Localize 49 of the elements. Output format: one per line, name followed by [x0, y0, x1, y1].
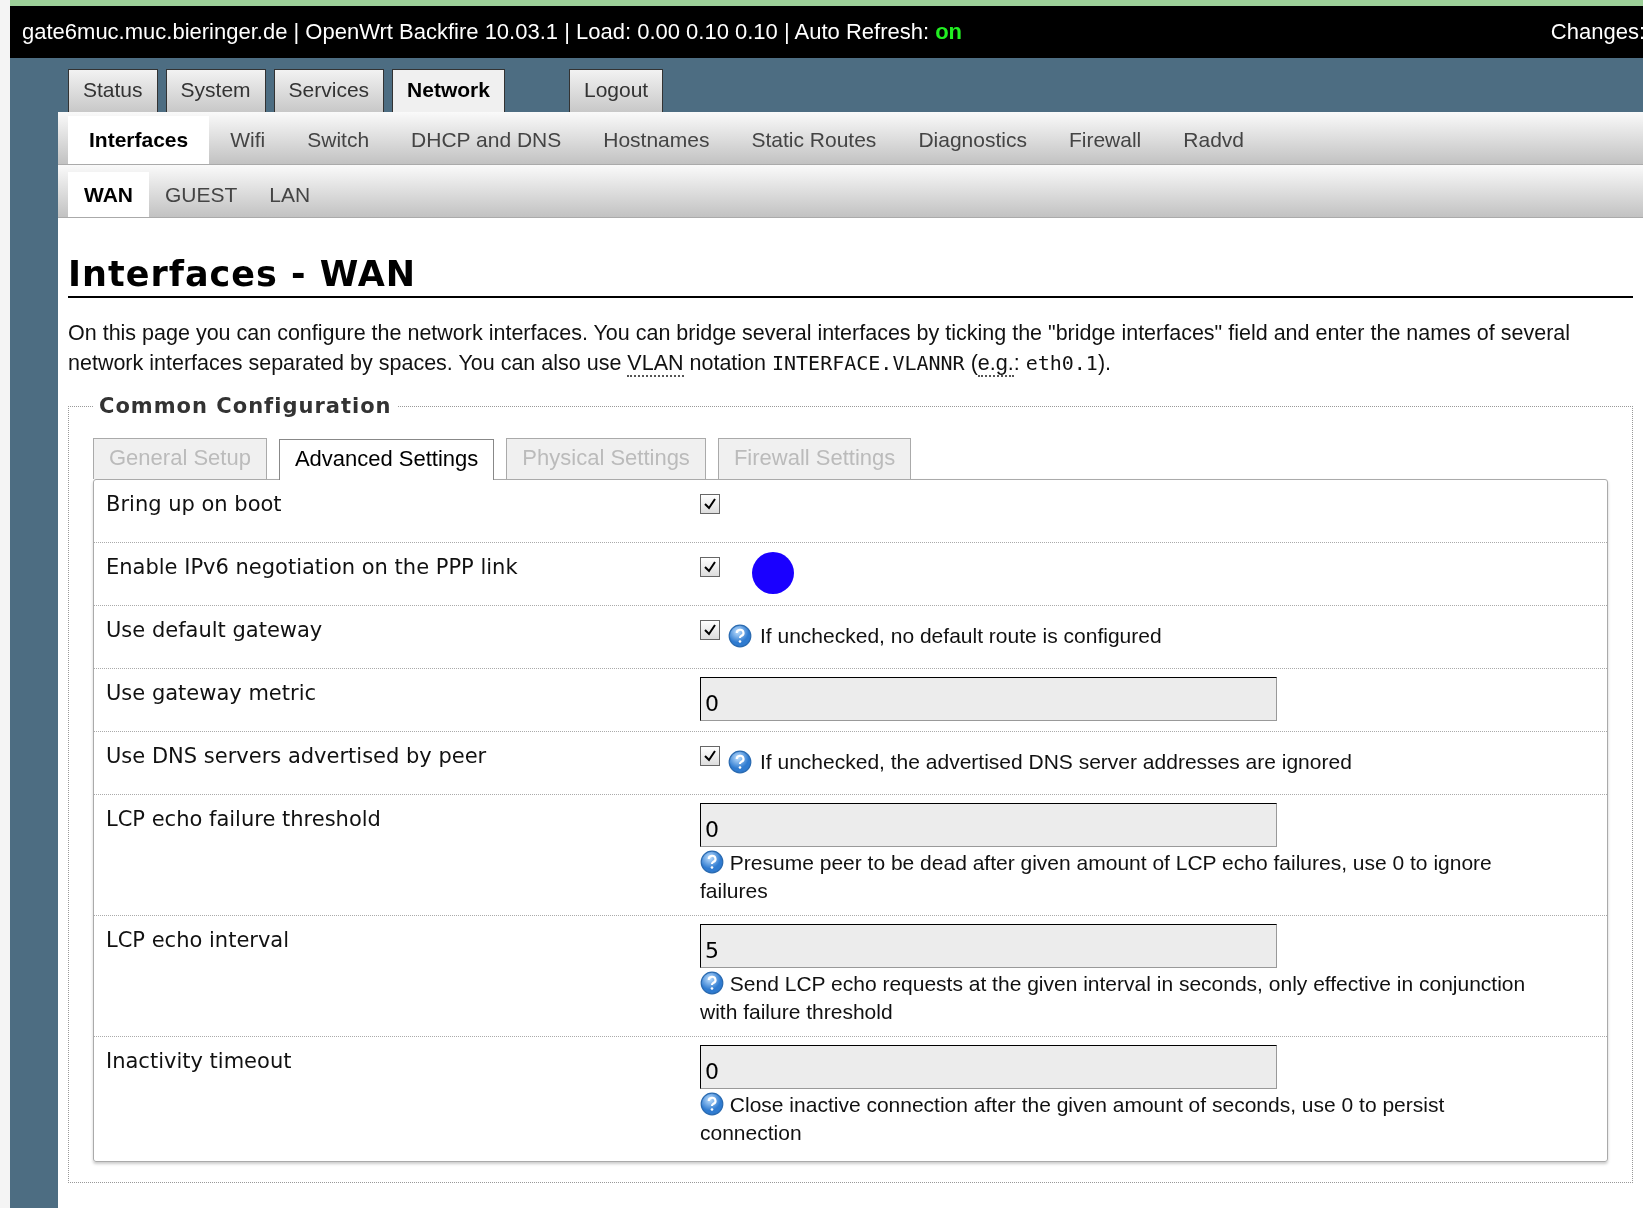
nav-tab[interactable]: Wifi: [209, 128, 287, 164]
nav-tab[interactable]: LAN: [253, 183, 327, 217]
field-label: Use gateway metric: [106, 680, 318, 707]
nav-tab[interactable]: Firewall: [1047, 128, 1163, 164]
field-label: Bring up on boot: [106, 491, 283, 518]
field-label: Enable IPv6 negotiation on the PPP link: [106, 554, 519, 581]
input-field[interactable]: 0: [700, 803, 1277, 847]
field-label: LCP echo failure threshold: [106, 806, 382, 833]
checkbox[interactable]: [700, 557, 720, 577]
help-text: Presume peer to be dead after given amount of LCP echo failures, use 0 to ignore failures: [700, 849, 1493, 904]
nav-tab[interactable]: Services: [273, 69, 385, 112]
input-field[interactable]: 5: [700, 924, 1277, 968]
checkbox[interactable]: [700, 494, 720, 514]
nav-tab[interactable]: GUEST: [149, 183, 254, 217]
nav-tab[interactable]: Hostnames: [582, 128, 731, 164]
page-title: Interfaces - WAN: [68, 254, 1633, 298]
nav-tab[interactable]: DHCP and DNS: [390, 128, 583, 164]
help-text: Close inactive connection after the given amount of seconds, use 0 to persist connection: [700, 1091, 1446, 1146]
nav-tab[interactable]: Diagnostics: [897, 128, 1048, 164]
field-label: LCP echo interval: [106, 927, 291, 954]
section-title: Common Configuration: [98, 394, 393, 418]
field-label: Inactivity timeout: [106, 1048, 293, 1075]
nav-tab[interactable]: WAN: [68, 172, 149, 217]
input-field[interactable]: 0: [700, 1045, 1277, 1089]
help-text: If unchecked, the advertised DNS server addresses are ignored: [760, 750, 1352, 774]
nav-tab[interactable]: System: [165, 69, 266, 112]
help-text: Send LCP echo requests at the given interval in seconds, only effective in conjunction with failure threshold: [700, 970, 1527, 1025]
changes-link[interactable]: Changes:: [1550, 19, 1643, 45]
nav-tab[interactable]: Static Routes: [730, 128, 898, 164]
checkbox[interactable]: [700, 746, 720, 766]
field-label: Use DNS servers advertised by peer: [106, 743, 488, 770]
description-text: On this page you can configure the network interfaces. You can bridge several interfaces by ticking the "bridge interfaces" field and enter the names of several network interfaces separated by spaces. You can also use VLAN notation INTERFACE.VLANNR (e.g.: eth0.1).: [68, 320, 1572, 378]
help-icon: [700, 971, 724, 995]
help-icon: [700, 850, 724, 874]
input-field[interactable]: 0: [700, 677, 1277, 721]
checkbox[interactable]: [700, 620, 720, 640]
nav-tab[interactable]: Network: [392, 69, 505, 112]
settings-tab[interactable]: Advanced Settings: [278, 439, 495, 480]
nav-tab[interactable]: Switch: [286, 128, 391, 164]
nav-tab[interactable]: Interfaces: [68, 116, 210, 164]
field-label: Use default gateway: [106, 617, 324, 644]
nav-tab[interactable]: Radvd: [1162, 128, 1265, 164]
help-icon: [728, 750, 752, 774]
help-icon: [700, 1092, 724, 1116]
nav-tab[interactable]: Logout: [568, 69, 664, 112]
help-icon: [728, 624, 752, 648]
help-text: If unchecked, no default route is configured: [760, 624, 1162, 648]
header-status: gate6muc.muc.bieringer.de | OpenWrt Backfire 10.03.1 | Load: 0.00 0.10 0.10 | Auto Refresh: on: [22, 19, 963, 45]
nav-tab[interactable]: Status: [68, 69, 158, 112]
